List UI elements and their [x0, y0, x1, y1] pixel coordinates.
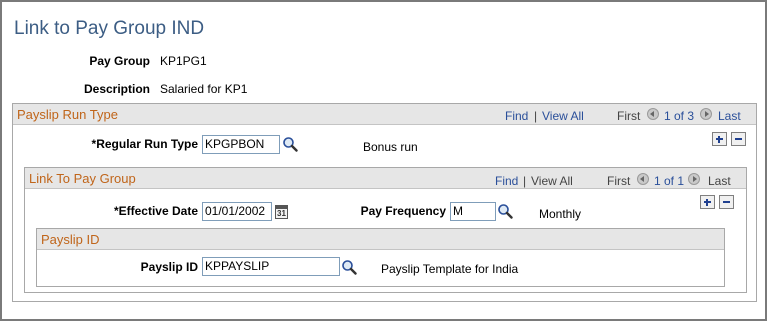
arrow-left-icon[interactable] [647, 108, 659, 120]
payslip-id-label: Payslip ID [140, 260, 198, 274]
pay-frequency-description: Monthly [539, 207, 582, 221]
calendar-icon[interactable]: 31 [275, 205, 288, 219]
payslip-run-type-find-link[interactable]: Find [505, 109, 528, 123]
link-to-pay-group-title: Link To Pay Group [29, 171, 136, 186]
arrow-right-icon[interactable] [688, 173, 700, 185]
magnifier-icon[interactable] [282, 136, 298, 152]
pay-frequency-label: Pay Frequency [360, 204, 446, 218]
page-title: Link to Pay Group IND [14, 18, 205, 39]
payslip-run-type-header: Payslip Run Type [13, 104, 756, 125]
description-label: Description [83, 82, 150, 96]
minus-icon[interactable] [731, 132, 746, 146]
payslip-run-type-count: 1 of 3 [664, 109, 695, 123]
payslip-id-description: Payslip Template for India [381, 262, 519, 276]
magnifier-icon[interactable] [341, 259, 357, 275]
payslip-run-type-last-link[interactable]: Last [718, 109, 741, 123]
pay-frequency-input[interactable]: M [450, 202, 496, 221]
link-to-pay-group-view-all-link[interactable]: View All [531, 174, 573, 188]
regular-run-type-label: *Regular Run Type [91, 137, 198, 151]
link-to-pay-group-find-link[interactable]: Find [495, 174, 518, 188]
magnifier-icon[interactable] [497, 203, 513, 219]
regular-run-type-input[interactable]: KPGPBON [202, 135, 280, 154]
payslip-id-input[interactable]: KPPAYSLIP [202, 257, 340, 276]
payslip-id-title: Payslip ID [41, 232, 100, 247]
description-value: Salaried for KP1 [160, 82, 248, 96]
payslip-id-section: Payslip ID [36, 228, 725, 287]
payslip-run-type-title: Payslip Run Type [17, 107, 118, 122]
arrow-left-icon[interactable] [637, 173, 649, 185]
payslip-id-header: Payslip ID [37, 229, 724, 250]
effective-date-label: *Effective Date [113, 204, 198, 218]
link-to-pay-group-last-link[interactable]: Last [708, 174, 731, 188]
payslip-run-type-first-label: First [617, 109, 641, 123]
link-to-pay-group-separator: | [523, 174, 527, 188]
pay-group-value: KP1PG1 [160, 54, 207, 68]
plus-icon[interactable] [712, 132, 727, 146]
link-to-pay-group-count: 1 of 1 [654, 174, 685, 188]
plus-icon[interactable] [700, 195, 715, 209]
arrow-right-icon[interactable] [700, 108, 712, 120]
effective-date-input[interactable]: 01/01/2002 [202, 202, 272, 221]
regular-run-type-description: Bonus run [363, 140, 418, 154]
page-frame: Link to Pay Group IND Pay Group KP1PG1 D… [0, 0, 767, 321]
link-to-pay-group-first-label: First [607, 174, 631, 188]
pay-group-label: Pay Group [89, 54, 150, 68]
minus-icon[interactable] [719, 195, 734, 209]
payslip-run-type-view-all-link[interactable]: View All [542, 109, 584, 123]
payslip-run-type-separator: | [534, 109, 538, 123]
